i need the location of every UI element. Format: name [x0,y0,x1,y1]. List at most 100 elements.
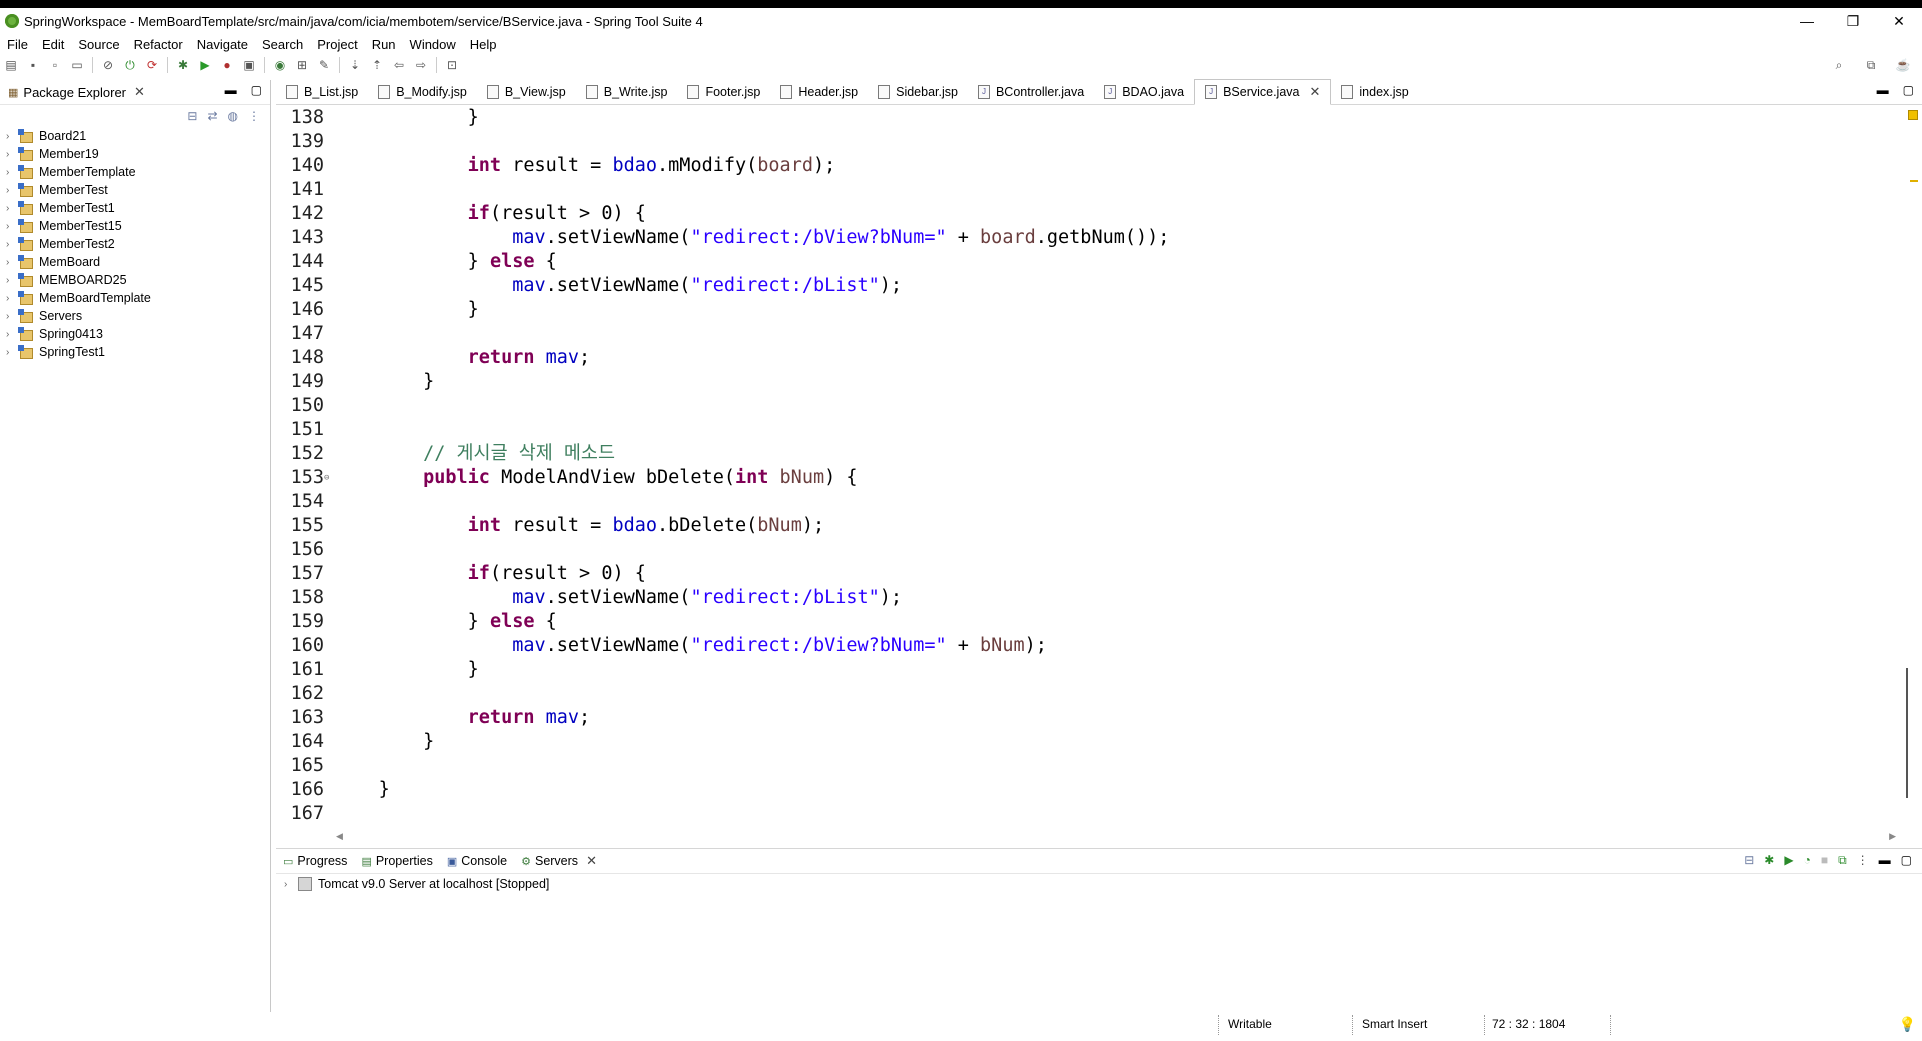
refresh-icon[interactable]: ⟳ [144,57,160,73]
coverage-icon[interactable]: ● [219,57,235,73]
code-line[interactable]: 153 ⊖ public ModelAndView bDelete(int bNu… [276,466,1896,490]
close-window-button[interactable]: ✕ [1876,8,1922,34]
chevron-right-icon[interactable]: › [6,203,18,214]
code-line[interactable]: 147 [276,322,1896,346]
editor-tab[interactable]: J BController.java [968,80,1094,104]
editor-tab[interactable]: Sidebar.jsp [868,80,968,104]
external-tools-icon[interactable]: ▣ [241,57,257,73]
tree-item[interactable]: › MemBoard [0,253,270,271]
debug-server-icon[interactable]: ✱ [1764,853,1774,868]
code-line[interactable]: 144 } else { [276,250,1896,274]
new-icon[interactable]: ▤ [3,57,19,73]
tab-progress[interactable]: ▭ Progress [276,849,354,873]
collapse-icon[interactable]: ⊟ [1744,853,1754,868]
open-terminal-icon[interactable]: ▭ [69,57,85,73]
code-line[interactable]: 151 [276,418,1896,442]
focus-icon[interactable]: ◍ [228,109,238,123]
menu-navigate[interactable]: Navigate [190,37,255,52]
editor-tab[interactable]: B_Write.jsp [576,80,678,104]
editor-tab[interactable]: index.jsp [1331,80,1418,104]
horizontal-scrollbar[interactable]: ◀ ▶ [336,828,1896,844]
tree-item[interactable]: › MemberTest2 [0,235,270,253]
save-icon[interactable]: ▪ [25,57,41,73]
code-line[interactable]: 149 } [276,370,1896,394]
editor-tab[interactable]: B_List.jsp [276,80,368,104]
close-icon[interactable]: ✕ [586,853,597,869]
tree-item[interactable]: › MemBoardTemplate [0,289,270,307]
save-all-icon[interactable]: ▫ [47,57,63,73]
search-file-icon[interactable]: ✎ [316,57,332,73]
code-line[interactable]: 165 [276,754,1896,778]
code-line[interactable]: 154 [276,490,1896,514]
code-line[interactable]: 140 int result = bdao.mModify(board); [276,154,1896,178]
menu-help[interactable]: Help [463,37,504,52]
code-line[interactable]: 152 // 게시글 삭제 메소드 [276,442,1896,466]
chevron-right-icon[interactable]: › [6,167,18,178]
tree-item[interactable]: › MemberTest1 [0,199,270,217]
code-line[interactable]: 139 [276,130,1896,154]
code-line[interactable]: 156 [276,538,1896,562]
skip-breakpoints-icon[interactable]: ⊘ [100,57,116,73]
previous-annotation-icon[interactable]: ⇡ [369,57,385,73]
code-line[interactable]: 142 if(result > 0) { [276,202,1896,226]
close-icon[interactable]: ✕ [1310,84,1321,100]
tree-item[interactable]: › MEMBOARD25 [0,271,270,289]
chevron-right-icon[interactable]: › [6,275,18,286]
scroll-right-icon[interactable]: ▶ [1889,831,1896,842]
chevron-right-icon[interactable]: › [6,329,18,340]
tip-bulb-icon[interactable]: 💡 [1899,1016,1916,1033]
fold-icon[interactable]: ⊖ [324,466,334,490]
minimize-editor-icon[interactable]: ▬ [1877,83,1889,97]
vertical-scrollbar[interactable] [1900,108,1914,824]
tree-item[interactable]: › MemberTemplate [0,163,270,181]
open-type-icon[interactable]: ⊞ [294,57,310,73]
code-line[interactable]: 163 return mav; [276,706,1896,730]
tree-item[interactable]: › Board21 [0,127,270,145]
chevron-right-icon[interactable]: › [6,311,18,322]
code-line[interactable]: 157 if(result > 0) { [276,562,1896,586]
maximize-button[interactable]: ❐ [1830,8,1876,34]
tree-item[interactable]: › Member19 [0,145,270,163]
code-line[interactable]: 161 } [276,658,1896,682]
code-line[interactable]: 160 mav.setViewName("redirect:/bView?bNu… [276,634,1896,658]
package-explorer-tab[interactable]: ▦ Package Explorer ✕ [0,80,153,104]
tree-item[interactable]: › Servers [0,307,270,325]
debug-icon[interactable]: ✱ [175,57,191,73]
code-line[interactable]: 167 [276,802,1896,824]
tab-properties[interactable]: ▤ Properties [354,849,439,873]
boot-dashboard-icon[interactable]: ⏻ [122,57,138,73]
maximize-view-icon[interactable]: ▢ [1901,853,1912,868]
code-line[interactable]: 138 } [276,106,1896,130]
chevron-right-icon[interactable]: › [6,221,18,232]
editor-tab-active[interactable]: J BService.java ✕ [1194,79,1332,105]
minimize-view-icon[interactable]: ▬ [225,83,237,97]
server-row[interactable]: › Tomcat v9.0 Server at localhost [Stopp… [276,874,1922,894]
view-menu-icon[interactable]: ⋮ [1857,853,1869,868]
chevron-right-icon[interactable]: › [6,131,18,142]
chevron-right-icon[interactable]: › [6,293,18,304]
code-line[interactable]: 148 return mav; [276,346,1896,370]
menu-run[interactable]: Run [365,37,403,52]
tree-item[interactable]: › Spring0413 [0,325,270,343]
next-annotation-icon[interactable]: ⇣ [347,57,363,73]
link-with-editor-icon[interactable]: ⇄ [207,109,217,123]
code-editor[interactable]: 138 } 139 140 int result = bdao.mModify(b… [276,106,1896,824]
code-line[interactable]: 143 mav.setViewName("redirect:/bView?bNu… [276,226,1896,250]
maximize-editor-icon[interactable]: ▢ [1903,83,1914,97]
scroll-left-icon[interactable]: ◀ [336,831,343,842]
menu-edit[interactable]: Edit [35,37,71,52]
chevron-right-icon[interactable]: › [6,239,18,250]
tree-item[interactable]: › SpringTest1 [0,343,270,361]
new-java-class-icon[interactable]: ◉ [272,57,288,73]
maximize-view-icon[interactable]: ▢ [251,83,262,97]
start-server-icon[interactable]: ▶ [1784,853,1793,868]
menu-refactor[interactable]: Refactor [127,37,190,52]
menu-project[interactable]: Project [310,37,364,52]
code-line[interactable]: 155 int result = bdao.bDelete(bNum); [276,514,1896,538]
code-line[interactable]: 166 } [276,778,1896,802]
code-line[interactable]: 162 [276,682,1896,706]
chevron-right-icon[interactable]: › [6,257,18,268]
code-line[interactable]: 159 } else { [276,610,1896,634]
publish-icon[interactable]: ⧉ [1838,853,1847,868]
chevron-right-icon[interactable]: › [6,347,18,358]
